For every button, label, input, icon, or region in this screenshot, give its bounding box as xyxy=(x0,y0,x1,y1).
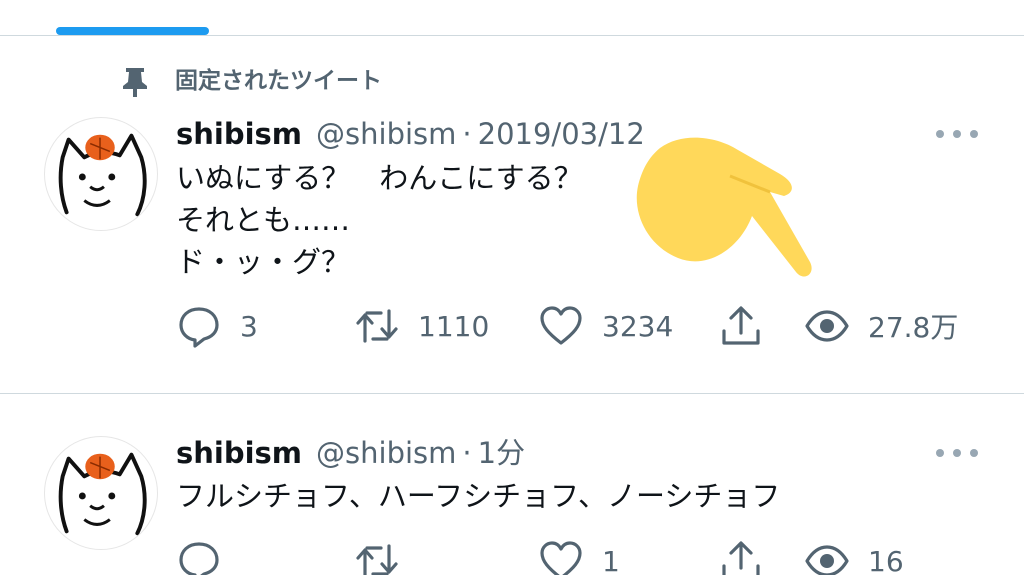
tweet-text-line: いぬにする？ わんこにする？ xyxy=(176,161,583,195)
separator: · xyxy=(462,436,472,470)
user-handle[interactable]: @shibism xyxy=(316,116,456,152)
retweet-button[interactable]: 1110 xyxy=(354,303,489,349)
reply-button[interactable]: 3 xyxy=(176,303,258,349)
reply-icon xyxy=(179,307,219,348)
tweet-header: shibism @shibism · 2019/03/12 xyxy=(176,116,645,152)
share-icon xyxy=(722,541,760,575)
timestamp[interactable]: 1分 xyxy=(478,435,525,471)
retweet-icon xyxy=(356,544,398,575)
like-icon xyxy=(540,541,582,575)
more-icon[interactable] xyxy=(936,126,978,142)
like-icon xyxy=(540,306,582,345)
like-count: 1 xyxy=(602,544,620,575)
share-button[interactable] xyxy=(718,538,764,575)
avatar[interactable] xyxy=(44,117,158,231)
display-name[interactable]: shibism xyxy=(176,435,302,471)
display-name[interactable]: shibism xyxy=(176,116,302,152)
tweet-header: shibism @shibism · 1分 xyxy=(176,435,525,471)
retweet-icon xyxy=(356,309,398,343)
tweet-text-line: それとも…… xyxy=(176,203,351,237)
reply-button[interactable] xyxy=(176,538,240,575)
share-button[interactable] xyxy=(718,303,764,349)
separator: · xyxy=(462,117,472,151)
like-count: 3234 xyxy=(602,309,674,343)
views-icon xyxy=(805,310,849,342)
like-button[interactable]: 1 xyxy=(538,538,620,575)
reply-count: 3 xyxy=(240,309,258,343)
pointing-hand-emoji xyxy=(636,137,812,277)
retweet-button[interactable] xyxy=(354,538,418,575)
user-handle[interactable]: @shibism xyxy=(316,435,456,471)
retweet-count: 1110 xyxy=(418,309,490,343)
like-button[interactable]: 3234 xyxy=(538,303,673,349)
views-button[interactable]: 27.8万 xyxy=(804,303,958,349)
tweet-divider xyxy=(0,393,1024,394)
top-divider xyxy=(0,35,1024,36)
view-count: 16 xyxy=(868,544,904,575)
tweet-text-line: フルシチョフ、ハーフシチョフ、ノーシチョフ xyxy=(176,479,781,513)
views-button[interactable]: 16 xyxy=(804,538,904,575)
more-icon[interactable] xyxy=(936,445,978,461)
reply-icon xyxy=(179,542,219,575)
pinned-text: 固定されたツイート xyxy=(175,68,382,94)
view-count: 27.8万 xyxy=(868,311,959,344)
views-icon xyxy=(805,545,849,575)
pin-icon xyxy=(123,68,147,97)
tab-indicator xyxy=(56,27,209,35)
share-icon xyxy=(722,306,760,345)
tweet-text-line: ド・ッ・グ？ xyxy=(176,245,351,279)
avatar[interactable] xyxy=(44,436,158,550)
